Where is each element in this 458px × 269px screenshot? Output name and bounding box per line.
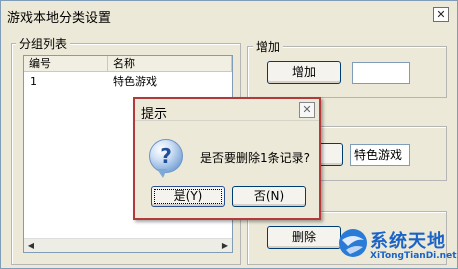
row-id: 1 (30, 75, 37, 88)
confirm-dialog: 提示 ✕ ? 是否要删除1条记录? 是(Y) 否(N) (133, 97, 321, 220)
scroll-left-icon[interactable]: ◀ (24, 239, 38, 252)
dialog-title: 提示 (141, 107, 168, 122)
watermark-url: XiTongTianDi.net (370, 251, 457, 261)
close-button[interactable]: ✕ (433, 7, 449, 22)
column-header-id[interactable]: 编号 (24, 56, 108, 72)
globe-logo-icon (339, 229, 367, 257)
no-button[interactable]: 否(N) (232, 186, 306, 207)
group-list-label: 分组列表 (16, 35, 71, 52)
column-header-name[interactable]: 名称 (108, 56, 232, 72)
scroll-right-icon[interactable]: ▶ (218, 239, 232, 252)
add-button[interactable]: 增加 (267, 61, 341, 84)
watermark-name: 系统天地 (370, 231, 446, 252)
dialog-message: 是否要删除1条记录? (200, 151, 311, 165)
watermark: 系统天地 XiTongTianDi.net (328, 218, 458, 269)
dialog-close-button[interactable]: ✕ (299, 102, 315, 118)
window-title: 游戏本地分类设置 (7, 11, 112, 26)
question-icon: ? (149, 139, 183, 173)
row-name: 特色游戏 (113, 75, 157, 88)
add-name-input[interactable] (352, 62, 410, 84)
title-bar: 游戏本地分类设置 ✕ (1, 1, 457, 29)
question-icon-tail (157, 169, 167, 178)
yes-button[interactable]: 是(Y) (151, 186, 225, 207)
add-group-label: 增加 (253, 38, 284, 55)
horizontal-scrollbar[interactable]: ◀ ▶ (24, 238, 232, 252)
dialog-title-bar: 提示 ✕ (135, 99, 319, 122)
edit-name-input[interactable]: 特色游戏 (350, 144, 410, 166)
